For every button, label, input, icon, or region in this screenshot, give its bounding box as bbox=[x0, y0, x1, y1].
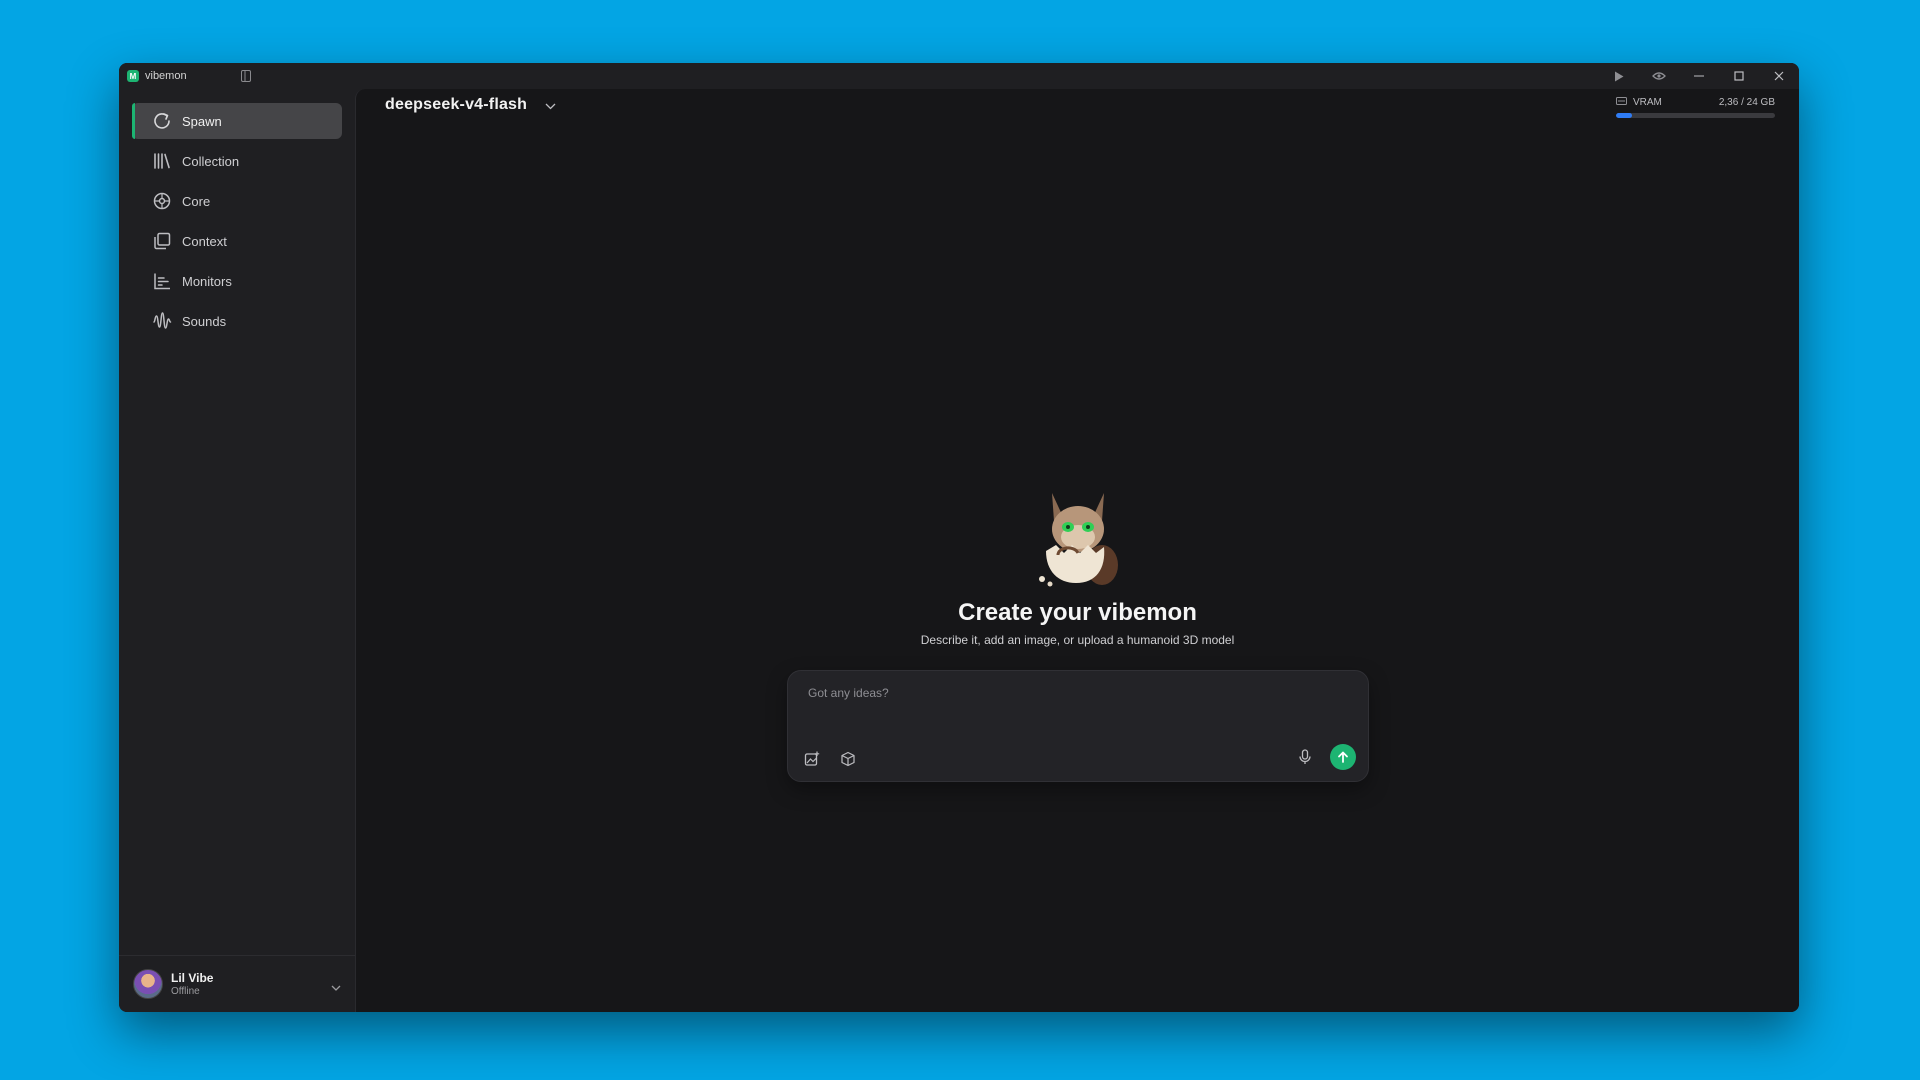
prompt-input[interactable] bbox=[806, 685, 1330, 701]
sidebar-item-core[interactable]: Core bbox=[132, 183, 342, 219]
minimize-icon[interactable] bbox=[1679, 63, 1719, 89]
collection-icon bbox=[152, 151, 172, 171]
core-icon bbox=[152, 191, 172, 211]
sidebar-item-label: Sounds bbox=[182, 313, 227, 329]
sidebar-item-collection[interactable]: Collection bbox=[132, 143, 342, 179]
microphone-icon[interactable] bbox=[1294, 746, 1316, 768]
eye-icon[interactable] bbox=[1639, 63, 1679, 89]
app-window: M vibemon Spawn Collection Core Context … bbox=[119, 63, 1799, 1012]
user-status: Offline bbox=[171, 986, 200, 997]
monitors-icon bbox=[152, 271, 172, 291]
close-icon[interactable] bbox=[1759, 63, 1799, 89]
sidebar-item-label: Spawn bbox=[182, 113, 222, 129]
chevron-down-icon bbox=[545, 97, 556, 115]
gpu-icon bbox=[1616, 97, 1627, 108]
vram-meter: VRAM 2,36 / 24 GB bbox=[1616, 97, 1775, 118]
model-name: deepseek-v4-flash bbox=[385, 96, 528, 113]
chevron-down-icon[interactable] bbox=[331, 978, 341, 996]
app-logo-icon: M bbox=[127, 70, 139, 82]
context-icon bbox=[152, 231, 172, 251]
avatar bbox=[133, 969, 163, 999]
sidebar-toggle-icon[interactable] bbox=[241, 69, 251, 82]
vram-value: 2,36 / 24 GB bbox=[1718, 97, 1775, 108]
sidebar-item-label: Monitors bbox=[182, 273, 232, 289]
hero-subtitle: Describe it, add an image, or upload a h… bbox=[920, 633, 1235, 647]
3d-model-icon[interactable] bbox=[837, 748, 859, 770]
send-button[interactable] bbox=[1330, 744, 1356, 770]
user-panel[interactable]: Lil Vibe Offline bbox=[119, 955, 355, 1012]
model-selector[interactable]: deepseek-v4-flash bbox=[385, 95, 556, 115]
sidebar-item-label: Context bbox=[182, 233, 227, 249]
sidebar-item-sounds[interactable]: Sounds bbox=[132, 303, 342, 339]
app-title: vibemon bbox=[145, 70, 187, 82]
spawn-icon bbox=[152, 111, 172, 131]
mascot-egg-image bbox=[1038, 493, 1118, 587]
main-panel: deepseek-v4-flash VRAM 2,36 / 24 GB Crea… bbox=[355, 89, 1799, 1012]
play-icon[interactable] bbox=[1599, 63, 1639, 89]
sidebar: Spawn Collection Core Context Monitors S… bbox=[119, 89, 355, 1012]
vram-bar bbox=[1616, 113, 1775, 118]
sidebar-nav: Spawn Collection Core Context Monitors S… bbox=[119, 89, 355, 339]
sidebar-item-context[interactable]: Context bbox=[132, 223, 342, 259]
title-bar: M vibemon bbox=[119, 63, 1799, 89]
send-icon bbox=[1338, 751, 1348, 763]
hero-title: Create your vibemon bbox=[958, 599, 1197, 626]
add-image-icon[interactable] bbox=[801, 748, 823, 770]
prompt-composer bbox=[787, 670, 1369, 782]
hero: Create your vibemon Describe it, add an … bbox=[356, 485, 1799, 647]
sidebar-item-label: Collection bbox=[182, 153, 240, 169]
vram-bar-fill bbox=[1616, 113, 1632, 118]
sidebar-item-spawn[interactable]: Spawn bbox=[132, 103, 342, 139]
maximize-icon[interactable] bbox=[1719, 63, 1759, 89]
sidebar-item-label: Core bbox=[182, 193, 211, 209]
sidebar-item-monitors[interactable]: Monitors bbox=[132, 263, 342, 299]
sounds-icon bbox=[152, 311, 172, 331]
user-name: Lil Vibe bbox=[171, 971, 214, 985]
vram-label: VRAM bbox=[1633, 97, 1662, 108]
